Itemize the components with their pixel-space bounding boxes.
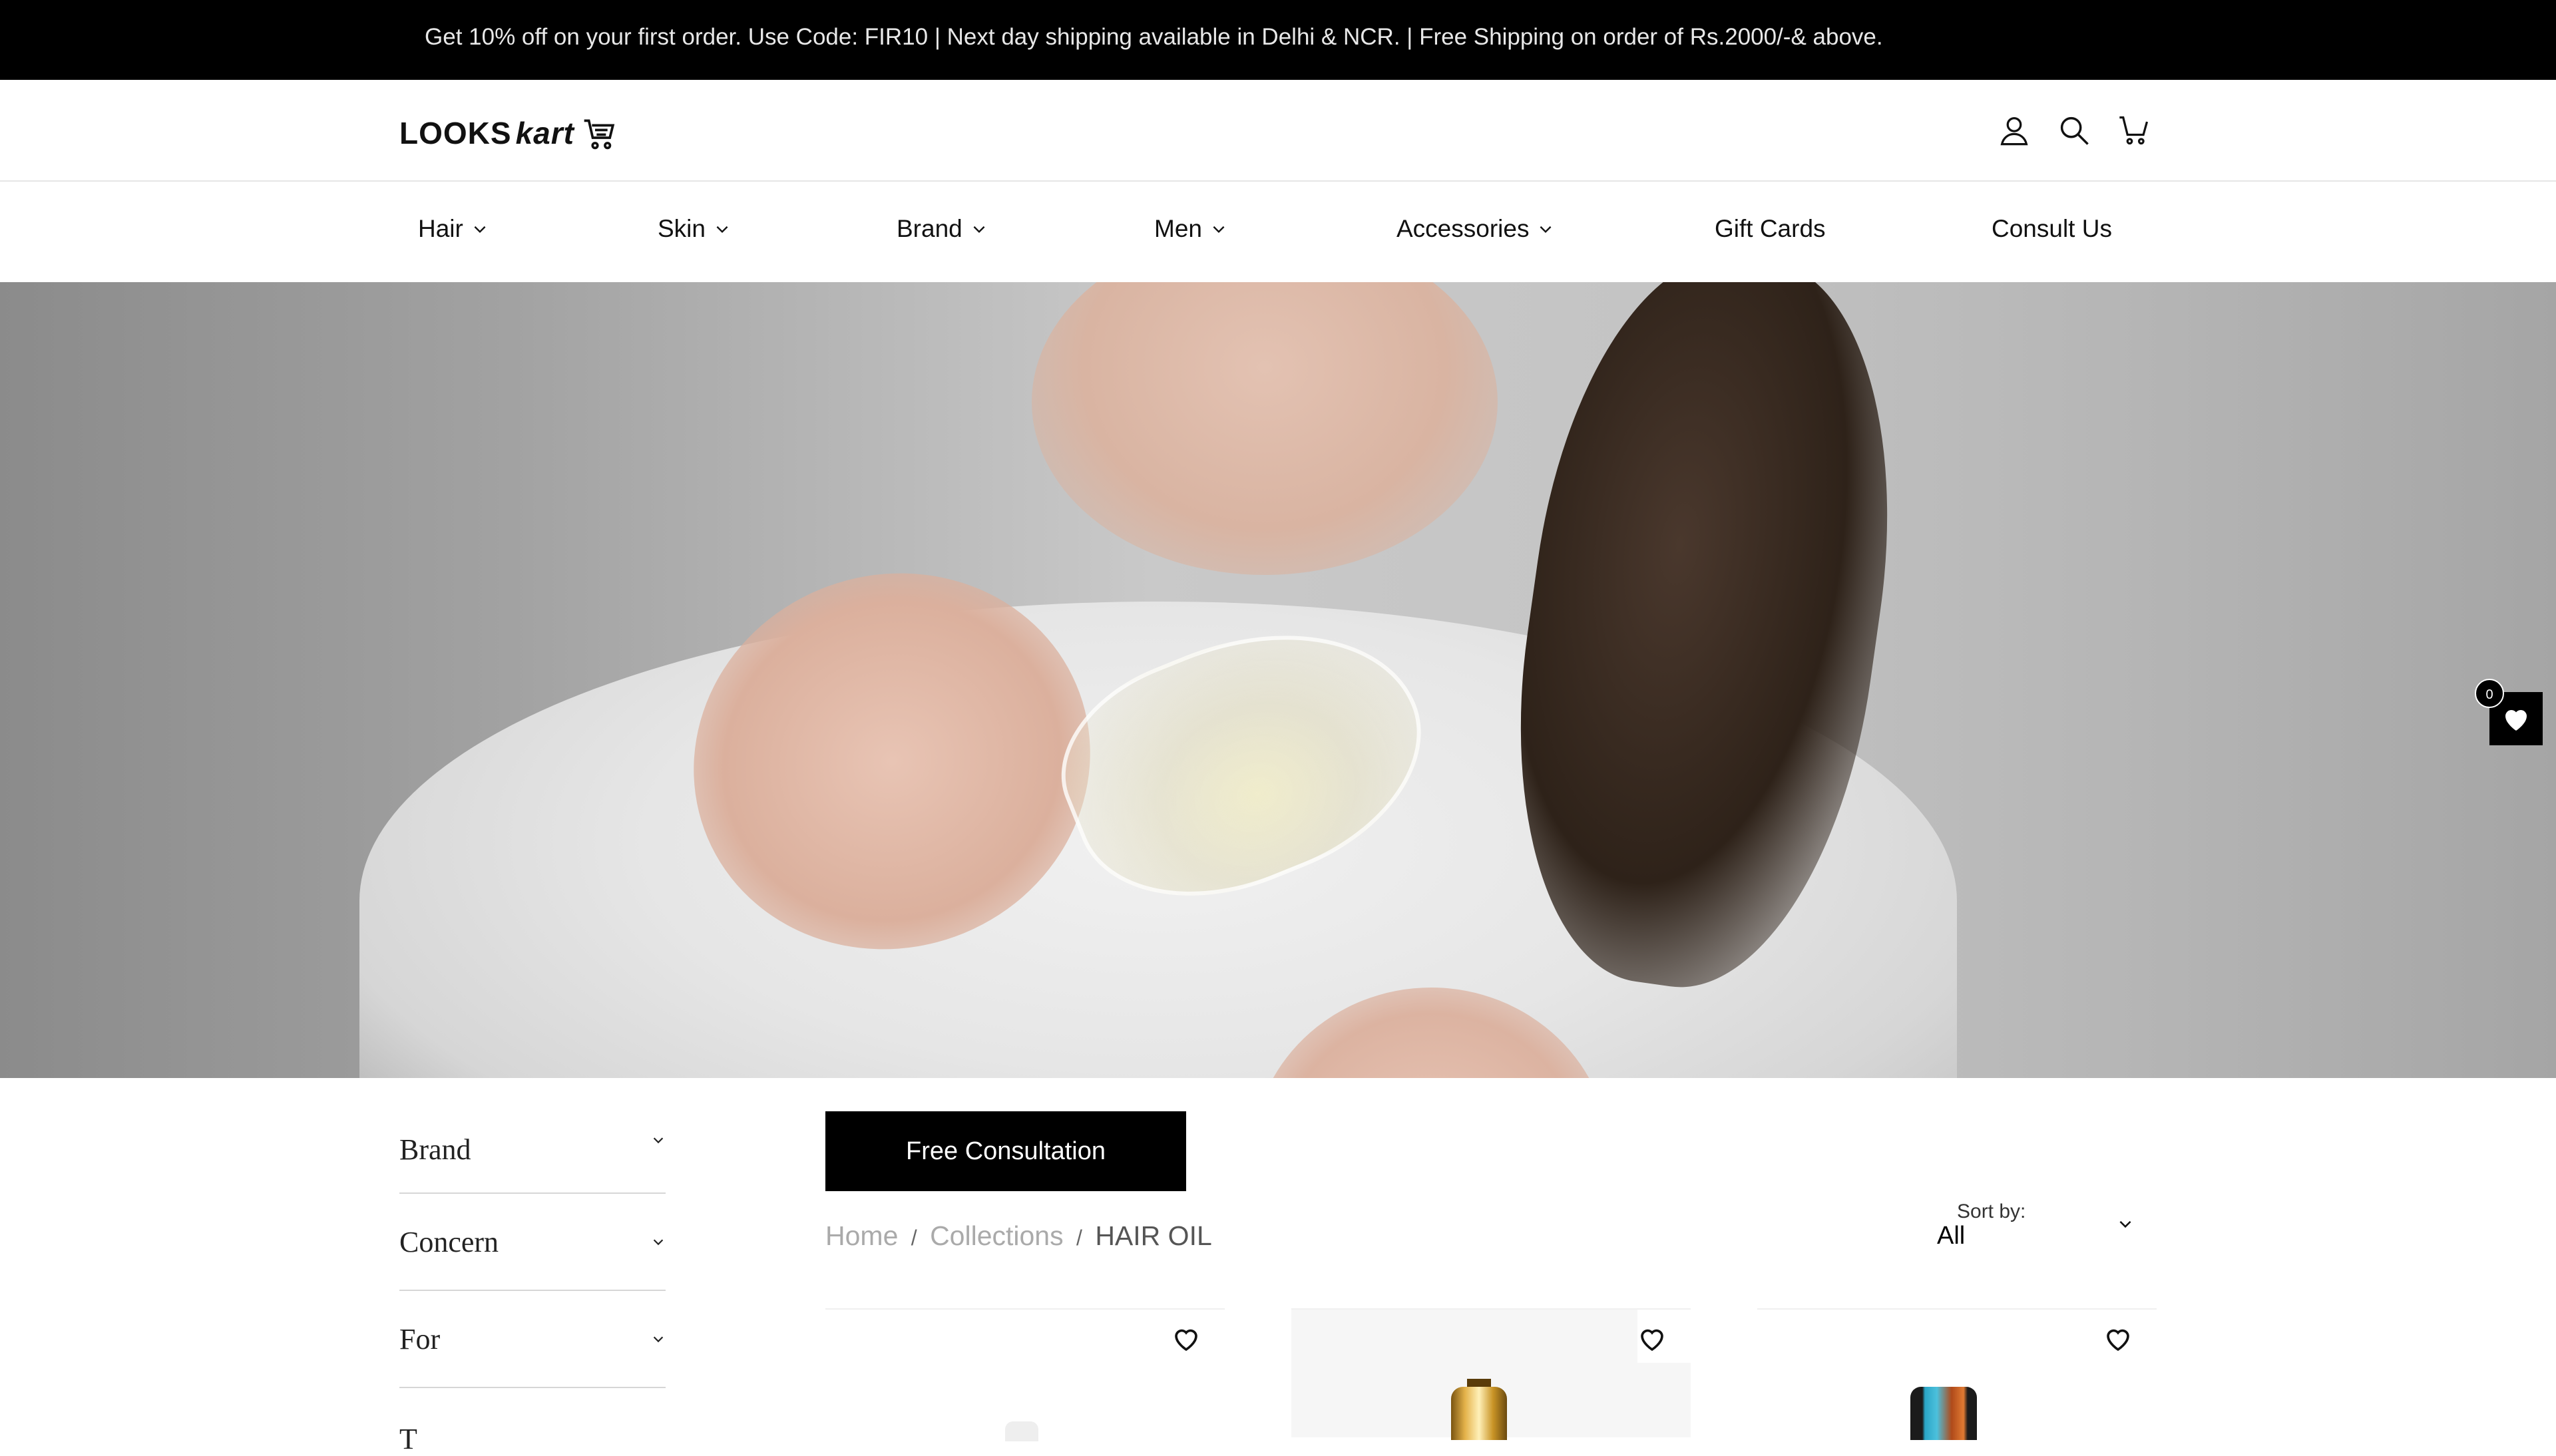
breadcrumb-collections[interactable]: Collections: [930, 1220, 1064, 1251]
filter-label: T: [399, 1422, 417, 1455]
heart-outline-icon[interactable]: [1636, 1323, 1668, 1355]
nav-label: Consult Us: [1992, 215, 2112, 242]
nav-label: Accessories: [1396, 215, 1530, 242]
chevron-down-icon: [653, 1239, 664, 1246]
sort-dropdown[interactable]: Sort by: All: [1933, 1200, 2146, 1254]
chevron-down-icon: [2119, 1220, 2131, 1228]
product-card[interactable]: [825, 1308, 1225, 1441]
product-card[interactable]: [1291, 1308, 1691, 1440]
heart-icon: [2505, 710, 2527, 731]
heart-outline-icon[interactable]: [1170, 1323, 1202, 1355]
free-consultation-button[interactable]: Free Consultation: [825, 1111, 1186, 1191]
floating-wishlist-button[interactable]: 0: [2475, 679, 2543, 745]
breadcrumb-current: HAIR OIL: [1095, 1220, 1212, 1251]
filter-label: For: [399, 1322, 441, 1356]
breadcrumb-separator: /: [911, 1226, 917, 1250]
nav-label: Skin: [658, 215, 706, 242]
chevron-down-icon: [1540, 226, 1552, 234]
chevron-down-icon: [474, 226, 486, 234]
breadcrumb-home[interactable]: Home: [825, 1220, 898, 1251]
chevron-down-icon: [653, 1137, 664, 1144]
search-icon[interactable]: [2057, 113, 2091, 148]
chevron-down-icon: [1213, 226, 1225, 234]
nav-item-hair[interactable]: Hair: [418, 215, 489, 243]
hero-banner-image: [0, 282, 2556, 1078]
filter-label: Concern: [399, 1225, 499, 1258]
product-image: [1005, 1421, 1038, 1441]
nav-label: Hair: [418, 215, 463, 242]
announcement-bar: Get 10% off on your first order. Use Cod…: [0, 0, 2556, 80]
chevron-down-icon: [973, 226, 985, 234]
nav-label: Gift Cards: [1715, 215, 1826, 242]
site-logo[interactable]: LOOKS kart: [399, 113, 618, 153]
nav-item-accessories[interactable]: Accessories: [1396, 215, 1554, 243]
nav-label: Brand: [897, 215, 962, 242]
chevron-down-icon: [653, 1336, 664, 1343]
wishlist-count-badge: 0: [2475, 679, 2504, 708]
product-image: [1451, 1387, 1507, 1440]
heart-outline-icon[interactable]: [2102, 1323, 2134, 1355]
filter-label: Brand: [399, 1133, 471, 1166]
nav-item-consult-us[interactable]: Consult Us: [1992, 215, 2112, 243]
nav-item-gift-cards[interactable]: Gift Cards: [1715, 215, 1826, 243]
nav-item-skin[interactable]: Skin: [658, 215, 731, 243]
main-navigation: Hair Skin Brand Men Accessories Gift Car…: [0, 183, 2556, 281]
nav-label: Men: [1154, 215, 1202, 242]
chevron-down-icon: [716, 226, 728, 234]
announcement-text: Get 10% off on your first order. Use Cod…: [425, 24, 1883, 50]
button-label: Free Consultation: [906, 1137, 1106, 1165]
filter-concern[interactable]: Concern: [399, 1194, 666, 1291]
nav-item-men[interactable]: Men: [1154, 215, 1227, 243]
header-actions: [1997, 113, 2151, 148]
site-header: LOOKS kart: [0, 80, 2556, 182]
nav-item-brand[interactable]: Brand: [897, 215, 988, 243]
filter-brand[interactable]: Brand: [399, 1113, 666, 1194]
product-image: [1910, 1387, 1977, 1440]
logo-text: LOOKS kart: [399, 116, 574, 150]
breadcrumb: Home / Collections / HAIR OIL: [825, 1220, 1212, 1252]
product-card[interactable]: [1757, 1308, 2157, 1440]
breadcrumb-separator: /: [1076, 1226, 1082, 1250]
sort-label: Sort by:: [1957, 1200, 2026, 1222]
filter-type[interactable]: T: [399, 1388, 666, 1455]
cart-icon: [584, 119, 615, 150]
account-icon[interactable]: [1997, 113, 2031, 148]
sort-value: All: [1937, 1222, 1966, 1250]
hero-model-neck: [1032, 282, 1498, 575]
filter-sidebar: Brand Concern For T: [399, 1113, 666, 1455]
cart-icon[interactable]: [2117, 113, 2151, 148]
filter-for[interactable]: For: [399, 1291, 666, 1388]
